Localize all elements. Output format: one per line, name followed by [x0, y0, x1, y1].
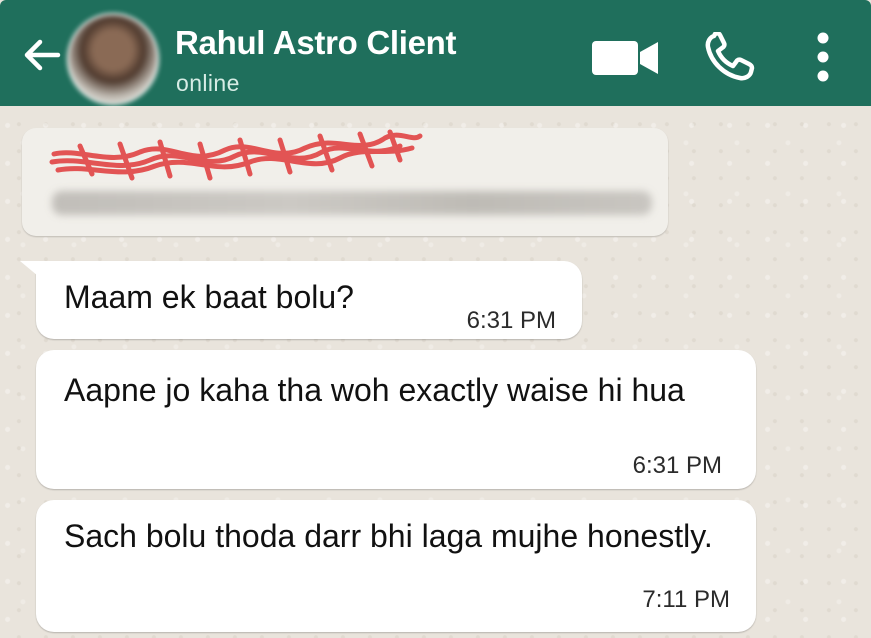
chat-header: Rahul Astro Client online: [0, 0, 871, 106]
message-text: Sach bolu thoda darr bhi laga mujhe hone…: [64, 518, 713, 554]
bubble-tail: [20, 261, 44, 281]
message-time: 6:31 PM: [466, 307, 556, 334]
phone-icon[interactable]: [704, 32, 760, 82]
video-camera-icon[interactable]: [590, 37, 660, 79]
contact-status: online: [176, 70, 240, 96]
message-bubble[interactable]: Sach bolu thoda darr bhi laga mujhe hone…: [36, 500, 756, 632]
message-time: 7:11 PM: [642, 586, 730, 613]
message-text: Aapne jo kaha tha woh exactly waise hi h…: [64, 372, 685, 408]
more-vertical-icon[interactable]: [808, 30, 838, 84]
message-bubble[interactable]: Maam ek baat bolu? 6:31 PM: [36, 261, 582, 339]
contact-name[interactable]: Rahul Astro Client: [175, 24, 457, 62]
message-text: Maam ek baat bolu?: [64, 279, 354, 315]
arrow-left-icon[interactable]: [20, 33, 64, 77]
redaction-scribble: [49, 129, 423, 181]
message-time: 6:31 PM: [632, 452, 722, 479]
avatar[interactable]: [67, 13, 159, 105]
message-bubble[interactable]: Aapne jo kaha tha woh exactly waise hi h…: [36, 350, 756, 489]
